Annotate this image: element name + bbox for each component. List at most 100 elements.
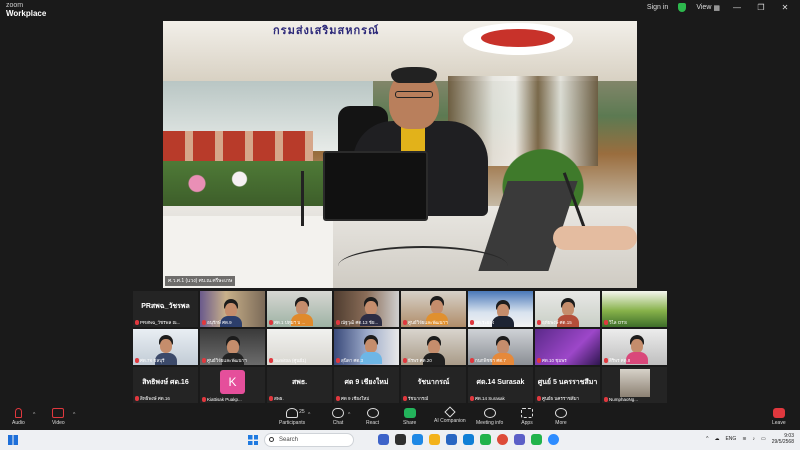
volume-icon[interactable]: ♪ [753,436,756,442]
cloud-icon[interactable]: ☁ [714,436,719,442]
windows-taskbar: Search ^ ☁ ENG ≋ ♪ ▭ 9:03 29/5/2568 [0,430,800,450]
participant-label: กนกพิชชา ศด.7 [475,358,506,363]
sign-in-link[interactable]: Sign in [647,4,668,11]
title-bar: zoom Workplace Sign in View ▦ — ❐ ✕ [0,0,800,20]
participant-tile[interactable]: K Kiattisak Puakp... [200,367,265,403]
muted-mic-icon [403,396,407,401]
participant-tile[interactable]: ศด.ระยอง [468,291,533,327]
participant-tile[interactable]: ศด 9 เชียงใหม่ ศด 9 เชียงใหม่ [334,367,399,403]
participant-name-big: ศูนย์ 5 นครราชสีมา [537,379,598,386]
participant-tile[interactable]: ศด.14 Surasak ศด.14 Surasak [468,367,533,403]
outlook-app-icon[interactable] [463,434,474,445]
participant-tile[interactable]: รัชนากรณ์ รัชนากรณ์ [401,367,466,403]
react-button[interactable]: React [366,408,379,426]
ai-companion-button[interactable]: AI Companion [434,406,466,424]
video-button[interactable]: Video [52,408,65,426]
participants-options-caret-icon[interactable]: ^ [308,412,310,418]
minimize-icon[interactable]: — [730,3,744,12]
store-app-icon[interactable] [514,434,525,445]
apps-button[interactable]: Apps [521,408,533,426]
participant-tile[interactable]: สิริพร ศด.8 [602,329,667,365]
participant-name-big: รัชนากรณ์ [417,379,450,386]
participant-tile[interactable]: ศูนย์ 5 นครราชสีมา ศูนย์5 นครราชสีมา [535,367,600,403]
participant-label: NumphaoNg... [609,397,639,402]
participant-label: ศด.ระยอง [475,320,495,325]
tray-chevron-icon[interactable]: ^ [706,436,708,442]
muted-mic-icon [470,396,474,401]
chrome-app-icon[interactable] [497,434,508,445]
participant-tile[interactable]: สุนิดา ศด.3 [334,329,399,365]
participant-tile[interactable]: PRสพฉ_วัชรพล PRสพฉ_วัชรพล ณ... [133,291,198,327]
battery-icon[interactable]: ▭ [761,436,766,442]
view-grid-icon: ▦ [713,4,720,12]
chat-button[interactable]: Chat [332,408,344,426]
word-app-icon[interactable] [446,434,457,445]
clock[interactable]: 9:03 29/5/2568 [772,433,794,445]
view-button[interactable]: View ▦ [696,4,720,12]
participants-label: Participants [279,420,306,426]
leave-button[interactable]: Leave [772,408,786,426]
files-app-icon[interactable] [429,434,440,445]
participant-tile[interactable]: ศูนย์วิจัยและพัฒนาฯ [401,291,466,327]
participant-tile[interactable]: สพธ. สพธ. [267,367,332,403]
ai-companion-icon [444,406,456,418]
participant-tile[interactable]: ศด.7จ ชลบุรี [133,329,198,365]
participant-label: สิทธิพงษ์ ศด.16 [140,396,170,401]
maximize-icon[interactable]: ❐ [754,3,768,12]
muted-mic-icon [135,320,139,325]
widgets-icon[interactable] [8,435,18,445]
participant-label: ศด.7จ ชลบุรี [140,358,165,363]
audio-options-caret-icon[interactable]: ^ [33,412,35,418]
participant-label: อุทัยพงษ์ ศด.15 [542,320,572,325]
system-tray: ^ ☁ ENG ≋ ♪ ▭ 9:03 29/5/2568 [706,433,794,445]
close-icon[interactable]: ✕ [778,3,792,12]
participant-tile[interactable]: ศด.1 ปทุมฯ บ ... [267,291,332,327]
participant-tile[interactable]: อนุรักษ์ ศด.9 [200,291,265,327]
participant-tile[interactable]: วิไล OTS [602,291,667,327]
taskbar-search-box[interactable]: Search [264,433,354,447]
participant-tile[interactable]: กนกพิชชา ศด.7 [468,329,533,365]
react-icon [366,408,379,418]
banner-headline: กรมส่งเสริมสหกรณ์ [273,25,380,37]
muted-mic-icon [202,320,206,325]
wifi-icon[interactable]: ≋ [742,436,746,442]
share-button[interactable]: Share [403,408,416,426]
chat-options-caret-icon[interactable]: ^ [348,412,350,418]
participant-label: ศด.14 Surasak [475,396,505,401]
explorer-app-icon[interactable] [395,434,406,445]
participant-tile[interactable]: Sumittra (ศูนย์1) [267,329,332,365]
line-app-icon-2[interactable] [531,434,542,445]
participant-tile[interactable]: ศด.10 ชุมพร [535,329,600,365]
muted-mic-icon [537,396,541,401]
language-indicator[interactable]: ENG [725,436,736,442]
participant-tile[interactable]: อุทัยพงษ์ ศด.15 [535,291,600,327]
participant-label: ศูนย์วิจัยและพัฒนาฯ [408,320,448,325]
edge-app-icon[interactable] [412,434,423,445]
video-options-caret-icon[interactable]: ^ [73,412,75,418]
more-button[interactable]: More [555,408,567,426]
meeting-info-button[interactable]: Meeting info [476,408,503,426]
share-screen-icon [403,408,416,418]
participant-label: ธีรพร ศด.20 [408,358,432,363]
teams-app-icon[interactable] [378,434,389,445]
windows-start-icon[interactable] [248,435,258,445]
audio-button[interactable]: Audio [12,408,25,426]
participant-tile[interactable]: สิทธิพงษ์ ศด.16 สิทธิพงษ์ ศด.16 [133,367,198,403]
participant-label: PRสพฉ_วัชรพล ณ... [140,320,181,325]
participant-tile[interactable]: ศูนย์วิจัยและพัฒนาฯ [200,329,265,365]
muted-mic-icon [269,320,273,325]
encryption-shield-icon[interactable] [678,3,687,12]
participant-tile[interactable]: ธีรพร ศด.20 [401,329,466,365]
muted-mic-icon [269,358,273,363]
participants-button[interactable]: 25 Participants [279,408,305,426]
participant-tile[interactable]: ณัฐวุฒิ ศด.13 ชัย... [334,291,399,327]
muted-mic-icon [336,320,340,325]
active-speaker-video[interactable]: กรมส่งเสริมสหกรณ์ ศ.ว.ศ.1 (แวง) ศบ.ณ.ศรี… [163,21,637,288]
muted-mic-icon [202,358,206,363]
line-app-icon[interactable] [480,434,491,445]
participant-tile[interactable]: NumphaoNg... [602,367,667,403]
zoom-app-icon[interactable] [548,434,559,445]
muted-mic-icon [202,397,206,402]
muted-mic-icon [269,396,273,401]
muted-mic-icon [537,358,541,363]
